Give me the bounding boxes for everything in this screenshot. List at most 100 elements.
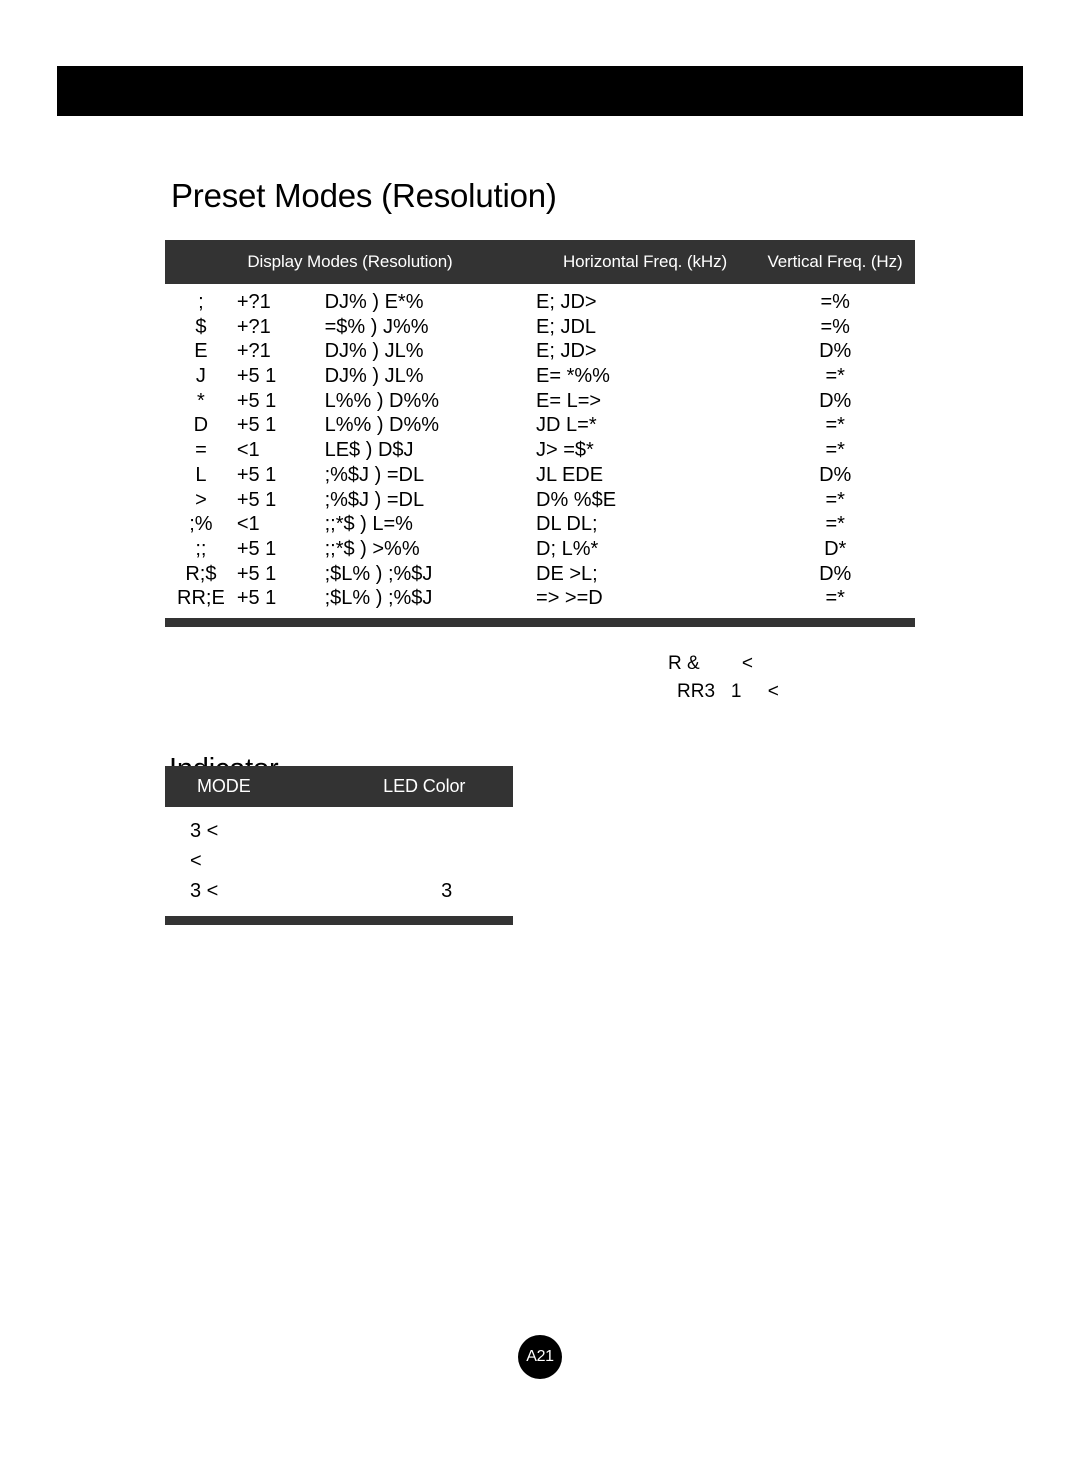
row-vertical-freq: D%: [819, 340, 852, 363]
indicator-table-bottom-rule: [165, 916, 513, 925]
column-header-mode: MODE: [197, 776, 251, 796]
row-standard: +5 1: [236, 562, 277, 585]
row-index: >: [195, 488, 207, 511]
preset-modes-title: Preset Modes (Resolution): [171, 177, 557, 215]
table-row: ; +?1 DJ% ) E*% E; JD> =%: [165, 290, 915, 315]
footnote-line: RR3 1 <: [677, 681, 779, 702]
row-resolution: ;;*$ ) >%%: [324, 537, 420, 560]
indicator-table: MODE LED Color 3 < <3 < 3: [165, 766, 513, 925]
indicator-table-header-row: MODE LED Color: [165, 766, 513, 807]
row-horizontal-freq: E; JD>: [536, 340, 597, 363]
row-standard: +5 1: [236, 365, 277, 388]
row-horizontal-freq: E; JD>: [536, 291, 597, 313]
row-resolution: ;%$J ) =DL: [324, 463, 425, 486]
row-horizontal-freq: JD L=*: [536, 414, 597, 437]
row-vertical-freq: D%: [819, 562, 852, 585]
row-vertical-freq: =*: [825, 439, 845, 462]
row-horizontal-freq: J> =$*: [536, 439, 594, 462]
row-resolution: LE$ ) D$J: [324, 439, 414, 462]
row-vertical-freq: D%: [819, 389, 852, 412]
row-mode: 3 <: [190, 880, 219, 902]
row-standard: +?1: [236, 291, 271, 313]
column-header-led-color: LED Color: [383, 776, 466, 796]
row-horizontal-freq: => >=D: [536, 587, 603, 610]
row-standard: +5 1: [236, 537, 277, 560]
row-vertical-freq: =%: [820, 315, 850, 338]
row-resolution: DJ% ) JL%: [324, 365, 424, 388]
page-number-badge: A21: [518, 1335, 562, 1379]
row-resolution: L%% ) D%%: [324, 414, 440, 437]
preset-table-body: ; +?1 DJ% ) E*% E; JD> =% $ +?1 =$% ) J%% E; JDL…: [165, 284, 915, 618]
preset-table-header-row: Display Modes (Resolution) Horizontal Fr…: [165, 240, 915, 284]
row-horizontal-freq: JL EDE: [536, 463, 604, 486]
row-resolution: ;;*$ ) L=%: [324, 513, 413, 536]
row-standard: <1: [236, 439, 260, 462]
row-mode: <: [190, 850, 202, 872]
row-vertical-freq: D%: [819, 463, 852, 486]
row-index: *: [197, 389, 205, 412]
table-row: 3 < 3: [165, 876, 513, 906]
table-row: D +5 1 L%% ) D%% JD L=* =*: [165, 413, 915, 438]
table-row: RR;E +5 1 ;$L% ) ;%$J => >=D =*: [165, 586, 915, 611]
row-horizontal-freq: E= L=>: [536, 389, 602, 412]
row-standard: +5 1: [236, 389, 277, 412]
row-horizontal-freq: D; L%*: [536, 537, 599, 560]
row-index: $: [195, 315, 207, 338]
row-vertical-freq: =*: [825, 587, 845, 610]
row-index: R;$: [185, 562, 217, 585]
row-vertical-freq: =*: [825, 513, 845, 536]
row-index: ;;: [195, 537, 207, 560]
preset-table-footnote: R & < RR3 1 <: [668, 650, 779, 706]
column-header-display-modes: Display Modes (Resolution): [247, 252, 453, 271]
manual-page: Preset Modes (Resolution) Display Modes …: [0, 0, 1080, 1477]
row-standard: +5 1: [236, 587, 277, 610]
column-header-vertical-freq: Vertical Freq. (Hz): [767, 252, 903, 271]
table-row: R;$ +5 1 ;$L% ) ;%$J DE >L; D%: [165, 562, 915, 587]
row-index: D: [193, 414, 209, 437]
row-resolution: ;$L% ) ;%$J: [324, 587, 433, 610]
row-resolution: DJ% ) E*%: [324, 291, 424, 313]
row-led-color: 3: [441, 880, 453, 902]
row-horizontal-freq: E= *%%: [536, 365, 610, 388]
preset-modes-table: Display Modes (Resolution) Horizontal Fr…: [165, 240, 915, 627]
row-horizontal-freq: D% %$E: [536, 488, 617, 511]
row-standard: +5 1: [236, 414, 277, 437]
row-vertical-freq: =*: [825, 488, 845, 511]
table-row: L +5 1 ;%$J ) =DL JL EDE D%: [165, 463, 915, 488]
row-vertical-freq: =%: [820, 291, 850, 313]
row-resolution: ;%$J ) =DL: [324, 488, 425, 511]
table-row: J +5 1 DJ% ) JL% E= *%% =*: [165, 364, 915, 389]
table-row: = <1 LE$ ) D$J J> =$* =*: [165, 438, 915, 463]
row-index: J: [195, 365, 206, 388]
row-mode: 3 <: [190, 820, 219, 842]
table-row: * +5 1 L%% ) D%% E= L=> D%: [165, 389, 915, 414]
row-vertical-freq: =*: [825, 414, 845, 437]
row-index: RR;E: [177, 587, 225, 610]
row-horizontal-freq: DL DL;: [536, 513, 598, 536]
row-index: E: [194, 340, 208, 363]
row-resolution: =$% ) J%%: [324, 315, 429, 338]
row-index: ;: [198, 291, 204, 313]
row-standard: <1: [236, 513, 260, 536]
indicator-table-body: 3 < <3 < 3: [165, 807, 513, 916]
row-resolution: ;$L% ) ;%$J: [324, 562, 433, 585]
row-standard: +5 1: [236, 463, 277, 486]
row-vertical-freq: =*: [825, 365, 845, 388]
row-index: =: [195, 439, 207, 462]
footnote-line: R & <: [668, 653, 753, 674]
row-standard: +?1: [236, 340, 271, 363]
row-horizontal-freq: DE >L;: [536, 562, 598, 585]
row-vertical-freq: D*: [824, 537, 847, 560]
table-row: E +?1 DJ% ) JL% E; JD> D%: [165, 339, 915, 364]
table-row: ;% <1 ;;*$ ) L=% DL DL; =*: [165, 512, 915, 537]
row-index: ;%: [189, 513, 213, 536]
row-standard: +5 1: [236, 488, 277, 511]
table-row: <: [165, 846, 513, 876]
table-row: > +5 1 ;%$J ) =DL D% %$E =*: [165, 488, 915, 513]
table-row: $ +?1 =$% ) J%% E; JDL =%: [165, 315, 915, 340]
preset-table-bottom-rule: [165, 617, 915, 627]
row-standard: +?1: [236, 315, 271, 338]
row-horizontal-freq: E; JDL: [536, 315, 597, 338]
table-row: 3 <: [165, 816, 513, 846]
table-row: ;; +5 1 ;;*$ ) >%% D; L%* D*: [165, 537, 915, 562]
